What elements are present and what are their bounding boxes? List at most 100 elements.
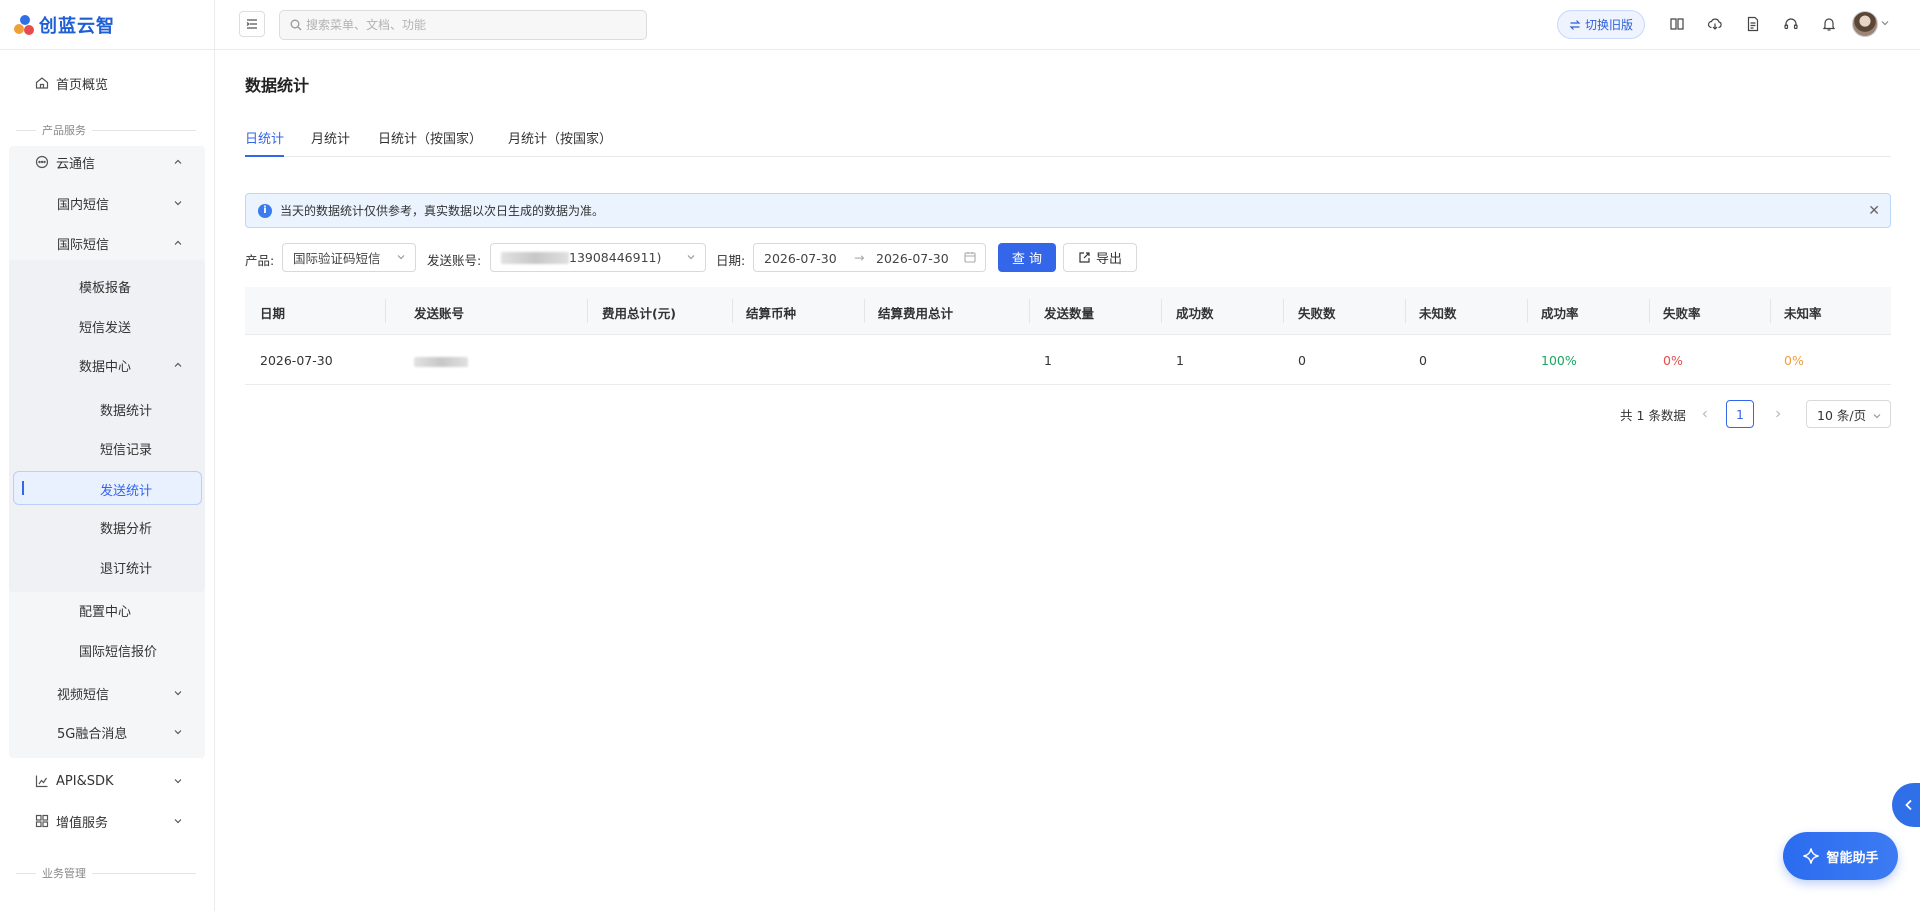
avatar[interactable] (1852, 11, 1878, 37)
export-icon (1079, 252, 1090, 263)
chevron-up-icon (170, 357, 186, 373)
sidebar-item-sms-records[interactable]: 短信记录 (100, 432, 190, 464)
section-label-business: 业务管理 (16, 865, 196, 881)
sidebar-item-cloud-comm[interactable]: 云通信 (34, 146, 186, 178)
menu-fold-icon (246, 19, 257, 29)
account-select-value: 13908446911) (569, 250, 662, 265)
product-select[interactable]: 国际验证码短信 (282, 243, 416, 272)
sidebar-item-intl-sms[interactable]: 国际短信 (57, 227, 186, 259)
export-button[interactable]: 导出 (1063, 243, 1137, 272)
sidebar-item-intl-sms-price[interactable]: 国际短信报价 (79, 634, 189, 666)
cell-sent: 1 (1044, 353, 1052, 368)
sidebar-item-label: 发送统计 (100, 484, 153, 499)
sidebar-item-label: 短信记录 (100, 442, 153, 458)
page-number-current[interactable]: 1 (1726, 400, 1754, 428)
sidebar-item-data-center[interactable]: 数据中心 (79, 349, 186, 381)
page-size-select[interactable]: 10 条/页 (1806, 400, 1891, 428)
sidebar-item-label: 云通信 (56, 156, 96, 172)
cell-fail-rate: 0% (1663, 353, 1683, 368)
chevron-up-icon (170, 154, 186, 170)
topbar: 切换旧版 (215, 0, 1920, 50)
sidebar-item-api-sdk[interactable]: API&SDK (34, 765, 186, 797)
th-cost: 费用总计(元) (602, 306, 676, 321)
query-button[interactable]: 查 询 (998, 243, 1056, 272)
search-box[interactable] (279, 10, 647, 40)
info-icon: i (258, 203, 272, 218)
bell-icon[interactable] (1819, 14, 1839, 34)
sidebar-item-label: 数据中心 (79, 359, 132, 375)
document-icon[interactable] (1743, 14, 1763, 34)
sidebar-item-label: 国内短信 (57, 197, 110, 213)
sidebar-item-label: 增值服务 (56, 815, 109, 831)
sidebar-item-unsubscribe-stats[interactable]: 退订统计 (100, 551, 190, 583)
cell-success: 1 (1176, 353, 1184, 368)
expand-panel-button[interactable] (1892, 783, 1920, 827)
chevron-down-icon[interactable] (1880, 17, 1890, 32)
sidebar-item-data-stats[interactable]: 数据统计 (100, 393, 190, 425)
column-divider (1283, 299, 1284, 323)
switch-old-version-label: 切换旧版 (1584, 18, 1633, 32)
sidebar-item-label: 5G融合消息 (57, 726, 128, 742)
home-icon (34, 75, 50, 91)
column-divider (1770, 299, 1771, 323)
prev-page-icon[interactable] (1700, 400, 1710, 428)
column-divider (732, 299, 733, 323)
grid-icon (34, 813, 50, 829)
date-end[interactable]: 2026-07-30 (876, 251, 949, 266)
logo[interactable]: 创蓝云智 (12, 12, 115, 38)
sidebar-item-config-center[interactable]: 配置中心 (79, 594, 189, 626)
chevron-down-icon (170, 195, 186, 211)
th-unknown-rate: 未知率 (1784, 306, 1822, 321)
sidebar-item-data-analysis[interactable]: 数据分析 (100, 511, 190, 543)
sparkle-icon (1803, 848, 1820, 864)
column-divider (1649, 299, 1650, 323)
th-sent: 发送数量 (1044, 306, 1095, 321)
sidebar-item-template-report[interactable]: 模板报备 (79, 270, 189, 302)
sidebar-item-domestic-sms[interactable]: 国内短信 (57, 187, 186, 219)
search-input[interactable] (306, 18, 626, 32)
th-account: 发送账号 (414, 306, 465, 321)
sidebar-item-send-stats[interactable]: 发送统计 (13, 471, 202, 505)
divider (0, 49, 214, 50)
sidebar-item-video-sms[interactable]: 视频短信 (57, 677, 186, 709)
active-indicator (22, 481, 24, 495)
chevron-up-icon (170, 235, 186, 251)
tab-daily[interactable]: 日统计 (245, 128, 285, 157)
sidebar-item-sms-send[interactable]: 短信发送 (79, 310, 189, 342)
tab-bar: 日统计 月统计 日统计（按国家） 月统计（按国家） (245, 125, 1891, 157)
date-start[interactable]: 2026-07-30 (764, 251, 837, 266)
th-currency: 结算币种 (746, 306, 797, 321)
sidebar-item-label: 短信发送 (79, 320, 132, 336)
tab-monthly-by-country[interactable]: 月统计（按国家） (508, 128, 612, 157)
calendar-icon (964, 251, 976, 266)
close-icon[interactable]: ✕ (1868, 203, 1880, 219)
sidebar-item-label: 国际短信 (57, 237, 110, 253)
logo-icon (12, 13, 36, 37)
table-row: 2026-07-30 1 1 0 0 100% 0% 0% (245, 335, 1891, 385)
sidebar-item-label: 配置中心 (79, 604, 132, 620)
sidebar-item-value-added[interactable]: 增值服务 (34, 805, 186, 837)
th-settle: 结算费用总计 (878, 306, 954, 321)
ai-assistant-label: 智能助手 (1826, 850, 1879, 866)
sidebar-item-home[interactable]: 首页概览 (34, 67, 194, 99)
masked-text (501, 251, 569, 264)
th-success-rate: 成功率 (1541, 306, 1579, 321)
switch-old-version-button[interactable]: 切换旧版 (1557, 10, 1645, 39)
tab-daily-by-country[interactable]: 日统计（按国家） (378, 128, 482, 157)
sidebar: 创蓝云智 首页概览 产品服务 云通信 国内短信 国际短信 模板报备 短信发送 数… (0, 0, 215, 911)
arrow-right-icon: → (854, 250, 865, 265)
account-select[interactable]: 13908446911) (490, 243, 706, 272)
book-icon[interactable] (1667, 14, 1687, 34)
cloud-download-icon[interactable] (1705, 14, 1725, 34)
tab-monthly[interactable]: 月统计 (311, 128, 350, 157)
date-range-picker[interactable]: 2026-07-30 → 2026-07-30 (753, 243, 986, 272)
cell-date: 2026-07-30 (260, 353, 333, 368)
page-size-value: 10 条/页 (1817, 407, 1867, 423)
next-page-icon[interactable] (1773, 400, 1783, 428)
logo-text: 创蓝云智 (39, 16, 115, 37)
sidebar-item-5g[interactable]: 5G融合消息 (57, 716, 186, 748)
chevron-down-icon (170, 685, 186, 701)
headset-icon[interactable] (1781, 14, 1801, 34)
menu-toggle-button[interactable] (239, 11, 265, 37)
ai-assistant-button[interactable]: 智能助手 (1783, 832, 1898, 880)
